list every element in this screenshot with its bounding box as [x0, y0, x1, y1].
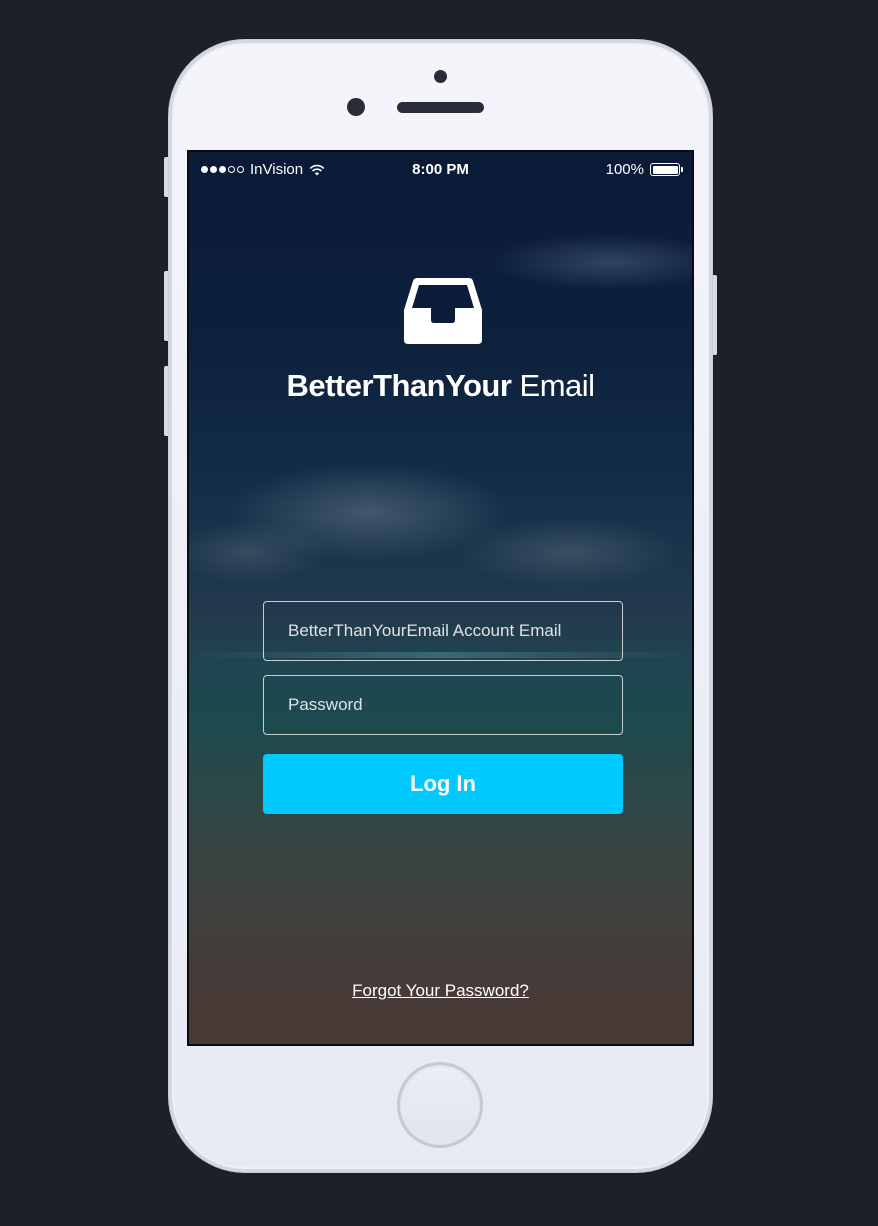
home-button[interactable] [397, 1062, 483, 1148]
status-right: 100% [605, 161, 683, 178]
front-camera [347, 98, 365, 116]
proximity-sensor [434, 70, 447, 83]
battery-percent: 100% [605, 161, 644, 178]
earpiece-speaker [397, 102, 484, 113]
brand-name-light: Email [519, 368, 596, 403]
brand-name-bold: BetterThanYour [286, 368, 512, 403]
email-field[interactable] [263, 601, 623, 661]
stage: InVision 8:00 PM 100% BetterThanYour Ema… [0, 0, 878, 1226]
forgot-password-link[interactable]: Forgot Your Password? [189, 981, 692, 1001]
brand-title: BetterThanYour Email [189, 368, 692, 404]
status-bar: InVision 8:00 PM 100% [189, 152, 692, 188]
login-button[interactable]: Log In [263, 754, 623, 814]
inbox-tray-icon [404, 278, 482, 344]
password-field[interactable] [263, 675, 623, 735]
phone-screen: InVision 8:00 PM 100% BetterThanYour Ema… [187, 150, 694, 1046]
battery-icon [650, 163, 683, 176]
